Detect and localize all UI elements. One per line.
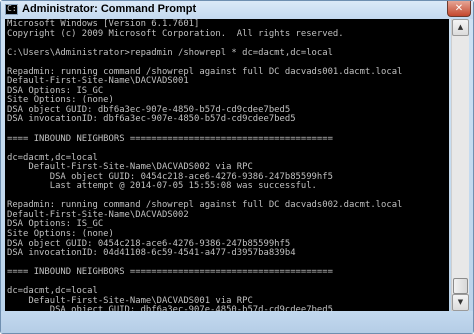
console-line: ==== INBOUND NEIGHBORS =================… [7, 133, 333, 144]
console-line: Repadmin: running command /showrepl agai… [7, 200, 403, 211]
console-line: Default-First-Site-Name\DACVADS002 [7, 209, 189, 220]
vertical-scrollbar[interactable]: ▲ ▼ [451, 19, 469, 311]
console-line: Default-First-Site-Name\DACVADS002 via R… [7, 162, 253, 173]
console-line: dc=dacmt,dc=local [7, 152, 98, 163]
close-button[interactable]: ✕ [447, 1, 471, 17]
console-line: C:\Users\Administrator>repadmin /showrep… [7, 47, 333, 58]
console-line: ==== INBOUND NEIGHBORS =================… [7, 267, 333, 278]
scroll-up-arrow-icon: ▲ [457, 23, 464, 31]
console-line: DSA object GUID: 0454c218-ace6-4276-9386… [7, 171, 333, 182]
console-line: DSA object GUID: dbf6a3ec-907e-4850-b57d… [7, 104, 291, 115]
console-line: Microsoft Windows [Version 6.1.7601] [7, 19, 200, 29]
console-app-icon[interactable]: C:\ [5, 4, 22, 15]
console-line: Site Options: (none) [7, 95, 114, 106]
console-line: DSA Options: IS_GC [7, 219, 104, 230]
console-line: DSA invocationID: 04d41108-6c59-4541-a47… [7, 248, 296, 259]
console-app-icon-glyph: C:\ [7, 4, 22, 13]
close-icon: ✕ [454, 3, 464, 14]
console-line: Default-First-Site-Name\DACVADS001 [7, 76, 189, 87]
console-line: Last attempt @ 2014-07-05 15:55:08 was s… [7, 181, 317, 192]
console-line: Repadmin: running command /showrepl agai… [7, 66, 403, 77]
command-prompt-window: C:\ Administrator: Command Prompt ✕ Micr… [0, 0, 474, 334]
console-line: DSA invocationID: dbf6a3ec-907e-4850-b57… [7, 114, 296, 125]
window-title: Administrator: Command Prompt [22, 3, 197, 15]
console-line: dc=dacmt,dc=local [7, 286, 98, 297]
title-bar[interactable]: C:\ Administrator: Command Prompt ✕ [1, 1, 473, 19]
scroll-down-button[interactable]: ▼ [452, 294, 469, 311]
scroll-up-button[interactable]: ▲ [452, 19, 469, 36]
console-line: Site Options: (none) [7, 229, 114, 240]
scroll-down-arrow-icon: ▼ [457, 298, 464, 306]
scroll-thumb[interactable] [453, 278, 468, 294]
console-line: DSA Options: IS_GC [7, 85, 104, 96]
window-bottom-frame [1, 311, 473, 333]
console-line: Copyright (c) 2009 Microsoft Corporation… [7, 28, 344, 39]
console-line: DSA object GUID: 0454c218-ace6-4276-9386… [7, 238, 291, 249]
console-line: Default-First-Site-Name\DACVADS001 via R… [7, 295, 253, 306]
console-text: Microsoft Windows [Version 6.1.7601] Cop… [5, 19, 449, 311]
console-output-area[interactable]: Microsoft Windows [Version 6.1.7601] Cop… [5, 19, 449, 311]
